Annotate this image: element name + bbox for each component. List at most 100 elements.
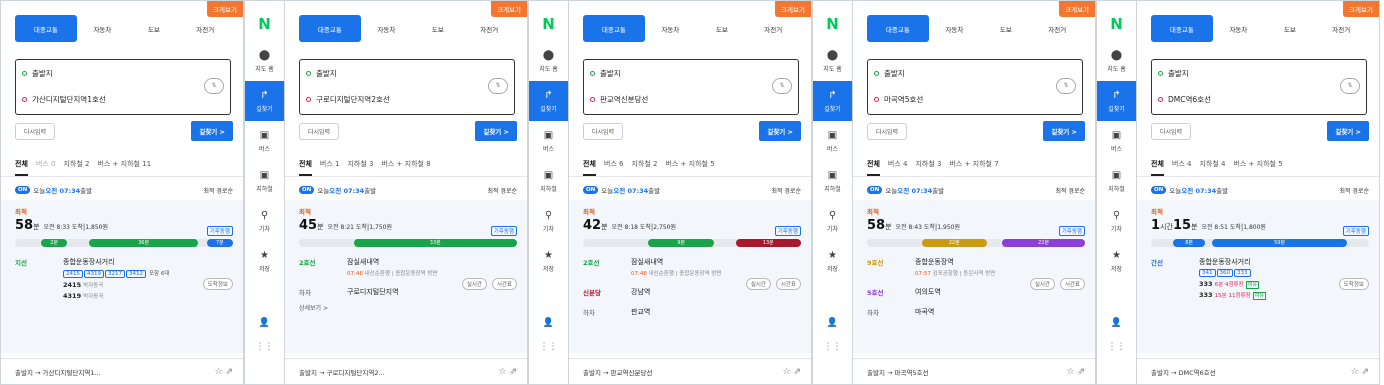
sidebar-item[interactable]: ↱ 길찾기 [1097, 81, 1136, 121]
sort-select[interactable]: 최적 경로순 [487, 186, 517, 195]
mode-tab[interactable]: 도보 [128, 15, 179, 42]
big-view-button[interactable]: 크게보기 [775, 1, 811, 17]
sidebar-item[interactable]: ⚲ 기차 [529, 201, 568, 241]
sidebar-item[interactable]: ⬤ 지도 홈 [813, 41, 852, 81]
realtime-pill[interactable]: 시간표 [775, 278, 801, 290]
sidebar-item[interactable]: ★ 저장 [813, 241, 852, 281]
realtime-pill[interactable]: 시간표 [491, 278, 517, 290]
naver-logo[interactable]: N [813, 15, 852, 41]
mode-tab[interactable]: 자전거 [1316, 15, 1367, 42]
origin-field[interactable]: 출발지 [584, 60, 798, 86]
realtime-pill[interactable]: 실시간 [745, 278, 771, 290]
star-icon[interactable]: ☆ [783, 367, 794, 377]
mode-tab[interactable]: 대중교통 [1151, 15, 1213, 42]
grid-icon[interactable]: ⋮⋮ [529, 342, 568, 366]
user-icon[interactable]: 👤 [813, 318, 852, 342]
sidebar-item[interactable]: ▣ 버스 [813, 121, 852, 161]
sidebar-item[interactable]: ⚲ 기차 [813, 201, 852, 241]
route-result[interactable]: 최적 58 분 오전 8:33 도착 | 1,850원 기후동행 2분 36분 7분 지선 종합운… [1, 200, 243, 353]
route-result[interactable]: 최적 58 분 오전 8:43 도착 | 1,950원 기후동행 22분 22분 9호선 종합운… [853, 200, 1095, 353]
star-icon[interactable]: ☆ [215, 367, 226, 377]
grid-icon[interactable]: ⋮⋮ [813, 342, 852, 366]
mode-tab[interactable]: 자동차 [645, 15, 696, 42]
mode-tab[interactable]: 도보 [412, 15, 463, 42]
destination-field[interactable]: 판교역신분당선 [584, 86, 798, 112]
sort-select[interactable]: 최적 경로순 [771, 186, 801, 195]
departure-time[interactable]: ON 오늘 오전 07:34 출발 [1151, 185, 1228, 195]
result-tab[interactable]: 버스 + 지하철 8 [381, 155, 430, 176]
star-icon[interactable]: ☆ [499, 367, 510, 377]
sidebar-item[interactable]: ↱ 길찾기 [529, 81, 568, 121]
mode-tab[interactable]: 자전거 [1032, 15, 1083, 42]
sidebar-item[interactable]: ⬤ 지도 홈 [529, 41, 568, 81]
mode-tab[interactable]: 자동차 [929, 15, 980, 42]
find-route-button[interactable]: 길찾기 > [191, 121, 233, 141]
mode-tab[interactable]: 도보 [980, 15, 1031, 42]
swap-icon[interactable]: ⇅ [1340, 78, 1360, 94]
origin-field[interactable]: 출발지 [1152, 60, 1366, 86]
bus-chip[interactable]: 4319 [84, 270, 104, 278]
sidebar-item[interactable]: ⚲ 기차 [245, 201, 284, 241]
route-result[interactable]: 최적 42 분 오전 8:18 도착 | 2,750원 기후동행 9분 13분 2호선 잠실새내… [569, 200, 811, 353]
route-summary[interactable]: 출발지 → 구로디지털단지역2... [299, 367, 385, 377]
swap-icon[interactable]: ⇅ [488, 78, 508, 94]
star-icon[interactable]: ☆ [1351, 367, 1362, 377]
result-tab[interactable]: 지하철 2 [63, 155, 89, 176]
bus-chip[interactable]: 360 [1216, 269, 1233, 277]
sidebar-item[interactable]: ↱ 길찾기 [245, 81, 284, 121]
sidebar-item[interactable]: ▣ 버스 [245, 121, 284, 161]
destination-field[interactable]: DMC역6호선 [1152, 86, 1366, 112]
departure-time[interactable]: ON 오늘 오전 07:34 출발 [299, 185, 376, 195]
reset-button[interactable]: 다시입력 [583, 122, 624, 140]
mode-tab[interactable]: 도보 [696, 15, 747, 42]
details-link[interactable]: 상세보기 > [299, 303, 517, 312]
route-result[interactable]: 최적 45 분 오전 8:21 도착 | 1,750원 기후동행 33분 2호선 잠실새내역 0… [285, 200, 527, 353]
bus-chip[interactable]: 2415 [63, 270, 83, 278]
big-view-button[interactable]: 크게보기 [491, 1, 527, 17]
mode-tab[interactable]: 자동차 [361, 15, 412, 42]
sidebar-item[interactable]: ▣ 버스 [529, 121, 568, 161]
grid-icon[interactable]: ⋮⋮ [245, 342, 284, 366]
sidebar-item[interactable]: ⬤ 지도 홈 [1097, 41, 1136, 81]
big-view-button[interactable]: 크게보기 [1343, 1, 1379, 17]
result-tab[interactable]: 버스 + 지하철 7 [949, 155, 998, 176]
result-tab[interactable]: 지하철 4 [1199, 155, 1225, 176]
mode-tab[interactable]: 도보 [1264, 15, 1315, 42]
departure-time[interactable]: ON 오늘 오전 07:34 출발 [15, 185, 92, 195]
sidebar-item[interactable]: ▣ 지하철 [1097, 161, 1136, 201]
mode-tab[interactable]: 자전거 [464, 15, 515, 42]
sidebar-item[interactable]: ★ 저장 [1097, 241, 1136, 281]
bus-chip[interactable]: 333 [1234, 269, 1251, 277]
result-tab[interactable]: 버스 1 [320, 155, 340, 176]
find-route-button[interactable]: 길찾기 > [1043, 121, 1085, 141]
result-tab[interactable]: 지하철 3 [347, 155, 373, 176]
result-tab[interactable]: 버스 4 [888, 155, 908, 176]
swap-icon[interactable]: ⇅ [772, 78, 792, 94]
result-tab[interactable]: 전체 [583, 155, 596, 176]
grid-icon[interactable]: ⋮⋮ [1097, 342, 1136, 366]
sidebar-item[interactable]: ⚲ 기차 [1097, 201, 1136, 241]
result-tab[interactable]: 버스 0 [36, 155, 56, 176]
sort-select[interactable]: 최적 경로순 [203, 186, 233, 195]
sidebar-item[interactable]: ▣ 지하철 [813, 161, 852, 201]
mode-tab[interactable]: 자동차 [77, 15, 128, 42]
reset-button[interactable]: 다시입력 [1151, 122, 1192, 140]
reset-button[interactable]: 다시입력 [299, 122, 340, 140]
arrival-info-pill[interactable]: 도착정보 [1338, 278, 1369, 290]
naver-logo[interactable]: N [529, 15, 568, 41]
share-icon[interactable]: ⇗ [1077, 367, 1085, 377]
route-result[interactable]: 최적 1 시간 15 분 오전 8:51 도착 | 1,800원 기후동행 8분 59분 간선 종… [1137, 200, 1379, 353]
result-tab[interactable]: 버스 6 [604, 155, 624, 176]
find-route-button[interactable]: 길찾기 > [1327, 121, 1369, 141]
result-tab[interactable]: 전체 [299, 155, 312, 176]
origin-field[interactable]: 출발지 [300, 60, 514, 86]
bus-chip[interactable]: 3217 [105, 270, 125, 278]
sidebar-item[interactable]: ▣ 지하철 [529, 161, 568, 201]
origin-field[interactable]: 출발지 [868, 60, 1082, 86]
bus-row[interactable]: 333 15분 11정류장 여유 [1199, 291, 1369, 300]
bus-chip[interactable]: 3412 [126, 270, 146, 278]
result-tab[interactable]: 지하철 2 [631, 155, 657, 176]
route-summary[interactable]: 출발지 → 판교역신분당선 [583, 367, 652, 377]
swap-icon[interactable]: ⇅ [1056, 78, 1076, 94]
bus-row[interactable]: 4319 박자동곡 [63, 292, 233, 300]
